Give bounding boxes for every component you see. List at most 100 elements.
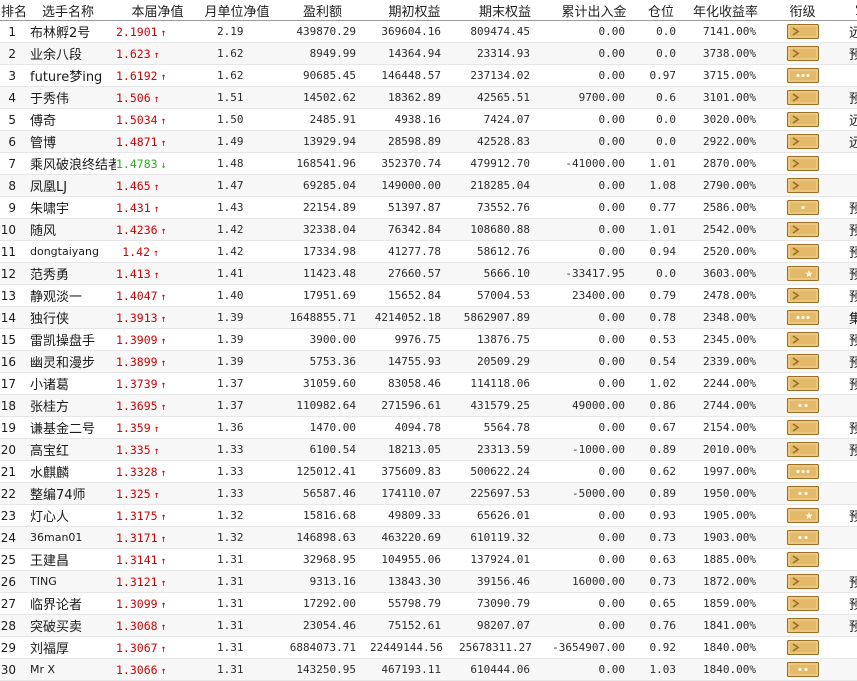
player-name[interactable]: 水麒麟 [28,461,116,483]
table-row[interactable]: 19 谦基金二号 1.359 ↑ 1.36 1470.00 4094.78 5564.78 0.… [0,417,857,439]
table-row[interactable]: 8 凤凰LJ 1.465 ↑ 1.47 69285.04 149000.00 218285.0… [0,174,857,197]
player-name[interactable]: 静观淡一 [28,285,116,307]
player-name[interactable]: 高宝红 [28,439,116,461]
opening-equity-value: 463220.69 [381,531,441,544]
player-name[interactable]: 随风 [28,219,116,241]
table-row[interactable]: 18 张桂方 1.3695 ↑ 1.37 110982.64 271596.61 431579… [0,394,857,417]
table-row[interactable]: 22 整编74师 1.325 ↑ 1.33 56587.46 174110.07 225697… [0,482,857,505]
unit-nav-value: 1.62 [217,69,244,82]
header-net-flow[interactable]: 累计出入金 [551,0,637,21]
player-name[interactable]: 业余八段 [28,43,116,65]
player-name[interactable]: 突破买卖 [28,615,116,637]
table-row[interactable]: 2 业余八段 1.623 ↑ 1.62 8949.99 14364.94 23314.93 0.… [0,42,857,65]
header-opening-equity[interactable]: 期初权益 [370,0,459,21]
arrow-up-icon: ↑ [153,269,160,281]
player-name[interactable]: 雷凯操盘手 [28,329,116,351]
table-row[interactable]: 23 灯心人 1.3175 ↑ 1.32 15816.68 49809.33 65626.01… [0,505,857,527]
header-closing-equity[interactable]: 期末权益 [459,0,551,21]
player-name[interactable]: 36man01 [28,527,116,549]
player-name[interactable]: TING [28,571,116,593]
table-row[interactable]: 7 乘风破浪终结者 1.4783 ↓ 1.48 168541.96 352370.74 479… [0,153,857,175]
nav-number: 1.3066 [116,662,158,677]
player-name[interactable]: dongtaiyang [28,241,116,263]
player-name[interactable]: 朱啸宇 [28,197,116,219]
table-row[interactable]: 11 dongtaiyang 1.42 ↑ 1.42 17334.98 41277.78 58… [0,241,857,263]
player-name[interactable]: 临界论者 [28,593,116,615]
arrow-up-icon: ↑ [160,643,167,655]
nav-value: 1.623 ↑ [116,43,199,65]
table-row[interactable]: 9 朱啸宇 1.431 ↑ 1.43 22154.89 51397.87 73552.76 0.… [0,197,857,219]
player-name[interactable]: Mr X [28,659,116,681]
player-name[interactable]: future梦ing [28,65,116,87]
table-row[interactable]: 14 独行侠 1.3913 ↑ 1.39 1648855.71 4214052.18 5862… [0,306,857,329]
table-row[interactable]: 5 傅奇 1.5034 ↑ 1.50 2485.91 4938.16 7424.07 0.00 0… [0,109,857,131]
player-name[interactable]: 傅奇 [28,109,116,131]
table-row[interactable]: 1 布林孵2号 2.1901 ↑ 2.19 439870.29 369604.16 80947… [0,21,857,43]
table-row[interactable]: 17 小诸葛 1.3739 ↑ 1.37 31059.60 83058.46 114118.0… [0,373,857,395]
opening-equity-value: 4938.16 [394,113,441,126]
player-name[interactable]: 灯心人 [28,505,116,527]
profit-value: 146898.63 [296,531,356,544]
branch-value: 集团军 [839,307,857,329]
branch-value: 预备役 [839,285,857,307]
player-name[interactable]: 乘风破浪终结者 [28,153,116,175]
player-name[interactable]: 布林孵2号 [28,21,116,43]
arrow-up-icon: ↑ [160,555,167,567]
rank-badge [766,637,839,659]
table-row[interactable]: 29 刘福厚 1.3067 ↑ 1.31 6884073.71 22449144.56 256… [0,637,857,659]
player-name[interactable]: 张桂方 [28,395,116,417]
table-row[interactable]: 16 幽灵和漫步 1.3899 ↑ 1.39 5753.36 14755.93 20509.2… [0,350,857,373]
table-row[interactable]: 6 管博 1.4871 ↑ 1.49 13929.94 28598.89 42528.83 0.… [0,130,857,153]
table-row[interactable]: 13 静观淡一 1.4047 ↑ 1.40 17951.69 15652.84 57004.5… [0,285,857,307]
profit-value: 168541.96 [296,157,356,170]
header-position[interactable]: 仓位 [637,0,685,21]
rank-badge [766,65,839,87]
player-name[interactable]: 谦基金二号 [28,417,116,439]
table-row[interactable]: 12 范秀勇 1.413 ↑ 1.41 11423.48 27660.57 5666.10 -3… [0,262,857,285]
player-name[interactable]: 刘福厚 [28,637,116,659]
nav-number: 1.413 [116,266,151,281]
player-name[interactable]: 独行侠 [28,307,116,329]
closing-equity-value: 73552.76 [477,201,530,214]
player-name[interactable]: 王建昌 [28,549,116,571]
player-name[interactable]: 幽灵和漫步 [28,351,116,373]
player-name[interactable]: 于秀伟 [28,87,116,109]
position-value: 1.02 [649,377,677,390]
profit-value: 3900.00 [309,333,356,346]
rank-cell: 14 [0,310,16,325]
player-name[interactable]: 整编74师 [28,483,116,505]
annual-return-value: 3603.00% [703,267,756,280]
header-annual-return[interactable]: 年化收益率 [685,0,766,21]
player-name[interactable]: 小诸葛 [28,373,116,395]
table-row[interactable]: 21 水麒麟 1.3328 ↑ 1.33 125012.41 375609.83 500622… [0,461,857,483]
nav-value: 1.431 ↑ [116,197,199,219]
player-name[interactable]: 管博 [28,131,116,153]
header-unit-nav[interactable]: 月单位净值 [199,0,275,21]
annual-return-value: 3020.00% [703,113,756,126]
opening-equity-value: 83058.46 [388,377,441,390]
table-row[interactable]: 26 TING 1.3121 ↑ 1.31 9313.16 13843.30 39156.46… [0,570,857,593]
header-branch[interactable]: 军种 [839,0,857,21]
table-row[interactable]: 10 随风 1.4236 ↑ 1.42 32338.04 76342.84 108680.88… [0,218,857,241]
player-name[interactable]: 凤凰LJ [28,175,116,197]
header-nav[interactable]: 本届净值 [116,0,199,21]
header-profit[interactable]: 盈利额 [275,0,370,21]
table-row[interactable]: 30 Mr X 1.3066 ↑ 1.31 143250.95 467193.11 61044… [0,658,857,681]
table-row[interactable]: 20 高宝红 1.335 ↑ 1.33 6100.54 18213.05 23313.59 -1… [0,438,857,461]
player-name[interactable]: 范秀勇 [28,263,116,285]
position-value: 0.0 [656,113,676,126]
table-row[interactable]: 15 雷凯操盘手 1.3909 ↑ 1.39 3900.00 9976.75 13876.75… [0,329,857,351]
table-row[interactable]: 4 于秀伟 1.506 ↑ 1.51 14502.62 18362.89 42565.51 97… [0,86,857,109]
rank-insignia-icon [786,640,819,655]
net-flow-value: 0.00 [598,135,626,148]
header-military-rank[interactable]: 衔级 [766,0,839,21]
profit-value: 125012.41 [296,465,356,478]
header-name[interactable]: 选手名称 [28,0,116,21]
table-row[interactable]: 27 临界论者 1.3099 ↑ 1.31 17292.00 55798.79 73090.7… [0,593,857,615]
branch-value: 海军 [839,461,857,483]
table-row[interactable]: 3 future梦ing 1.6192 ↑ 1.62 90685.45 146448.57 2… [0,65,857,87]
table-row[interactable]: 28 突破买卖 1.3068 ↑ 1.31 23054.46 75152.61 98207.0… [0,614,857,637]
table-row[interactable]: 25 王建昌 1.3141 ↑ 1.31 32968.95 104955.06 137924.… [0,549,857,571]
table-row[interactable]: 24 36man01 1.3171 ↑ 1.32 146898.63 463220.69 61… [0,526,857,549]
header-rank[interactable]: 排名 [0,0,28,21]
